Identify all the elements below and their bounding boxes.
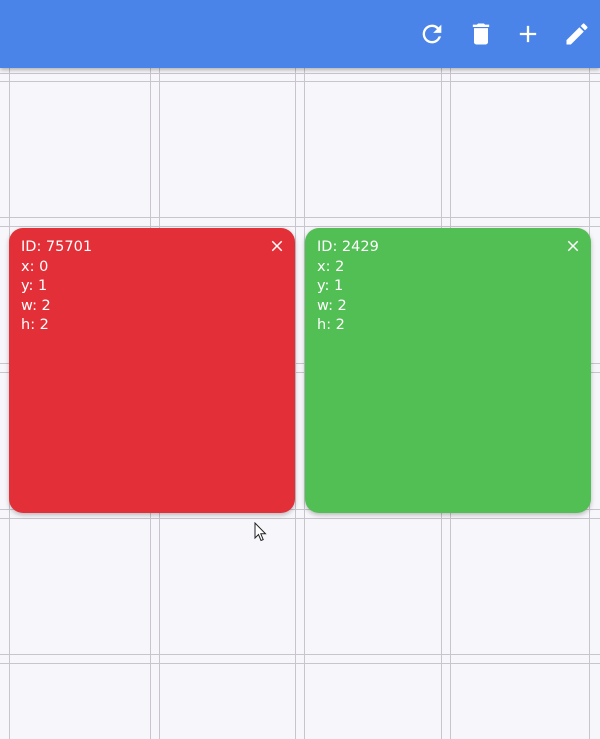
add-icon — [519, 25, 537, 43]
grid-line — [295, 68, 296, 739]
close-card-button[interactable] — [268, 237, 286, 255]
refresh-button[interactable] — [415, 17, 449, 51]
close-card-button[interactable] — [564, 237, 582, 255]
grid-line — [0, 217, 600, 218]
card-h: h: 2 — [317, 317, 345, 333]
grid-item-card[interactable]: ID: 2429 x: 2 y: 1 w: 2 h: 2 — [305, 228, 591, 513]
app-bar — [0, 0, 600, 68]
card-y: y: 1 — [21, 278, 48, 294]
grid-line — [0, 518, 600, 519]
card-info: ID: 75701 x: 0 y: 1 w: 2 h: 2 — [21, 238, 92, 336]
delete-icon — [472, 23, 490, 45]
mouse-pointer-icon — [254, 522, 267, 542]
app: ID: 75701 x: 0 y: 1 w: 2 h: 2 ID: 2429 x… — [0, 0, 600, 739]
grid-line — [0, 654, 600, 655]
card-w: w: 2 — [317, 297, 347, 314]
card-y: y: 1 — [317, 278, 344, 294]
edit-button[interactable] — [560, 17, 594, 51]
close-icon — [271, 240, 283, 252]
close-icon — [567, 240, 579, 252]
delete-button[interactable] — [464, 17, 498, 51]
card-x: x: 2 — [317, 258, 345, 275]
grid-line — [0, 81, 600, 82]
grid-line — [0, 226, 600, 227]
edit-icon — [566, 23, 588, 45]
card-x: x: 0 — [21, 258, 49, 275]
refresh-icon — [422, 24, 442, 44]
add-button[interactable] — [511, 17, 545, 51]
grid-line — [0, 663, 600, 664]
card-info: ID: 2429 x: 2 y: 1 w: 2 h: 2 — [317, 238, 379, 336]
card-w: w: 2 — [21, 297, 51, 314]
card-id: ID: 2429 — [317, 239, 379, 255]
grid-item-card[interactable]: ID: 75701 x: 0 y: 1 w: 2 h: 2 — [9, 228, 295, 513]
card-h: h: 2 — [21, 317, 49, 333]
grid-line — [0, 73, 600, 74]
card-id: ID: 75701 — [21, 239, 93, 255]
